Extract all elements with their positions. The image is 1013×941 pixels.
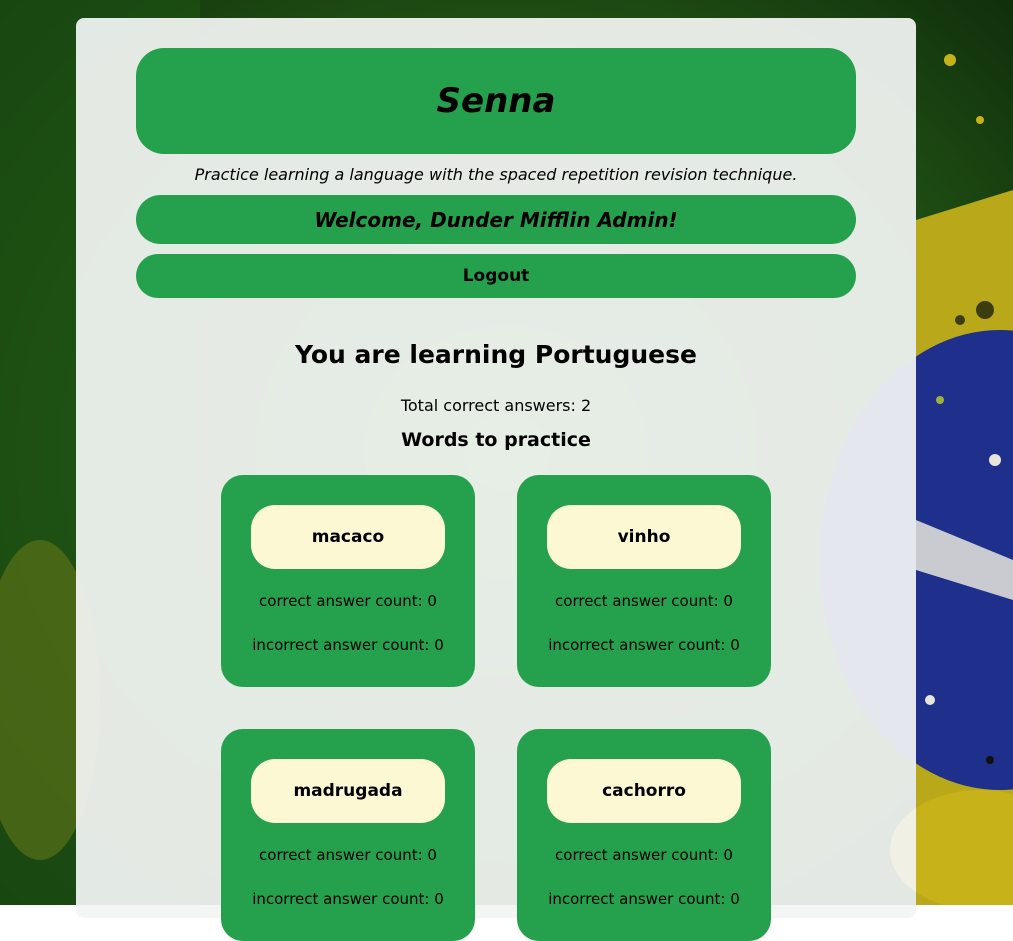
incorrect-answer-count: incorrect answer count: 0 — [548, 636, 740, 654]
incorrect-answer-count: incorrect answer count: 0 — [252, 890, 444, 908]
learning-language-heading: You are learning Portuguese — [295, 340, 697, 369]
word-card: vinho correct answer count: 0 incorrect … — [517, 475, 771, 687]
word-card: madrugada correct answer count: 0 incorr… — [221, 729, 475, 941]
words-to-practice-heading: Words to practice — [401, 429, 591, 451]
correct-answer-count: correct answer count: 0 — [259, 592, 437, 610]
app-title[interactable]: Senna — [437, 81, 556, 121]
correct-answer-count: correct answer count: 0 — [259, 846, 437, 864]
word-card: cachorro correct answer count: 0 incorre… — [517, 729, 771, 941]
word-button[interactable]: madrugada — [251, 759, 445, 823]
word-button[interactable]: cachorro — [547, 759, 741, 823]
word-card: macaco correct answer count: 0 incorrect… — [221, 475, 475, 687]
incorrect-answer-count: incorrect answer count: 0 — [252, 636, 444, 654]
logout-button[interactable]: Logout — [136, 254, 856, 298]
correct-answer-count: correct answer count: 0 — [555, 846, 733, 864]
incorrect-answer-count: incorrect answer count: 0 — [548, 890, 740, 908]
welcome-banner: Welcome, Dunder Mifflin Admin! — [136, 195, 856, 244]
app-tagline: Practice learning a language with the sp… — [194, 165, 798, 184]
word-button[interactable]: vinho — [547, 505, 741, 569]
main-panel: Senna Practice learning a language with … — [76, 18, 916, 941]
word-button[interactable]: macaco — [251, 505, 445, 569]
app-title-banner: Senna — [136, 48, 856, 154]
correct-answer-count: correct answer count: 0 — [555, 592, 733, 610]
total-correct-answers: Total correct answers: 2 — [400, 396, 592, 415]
